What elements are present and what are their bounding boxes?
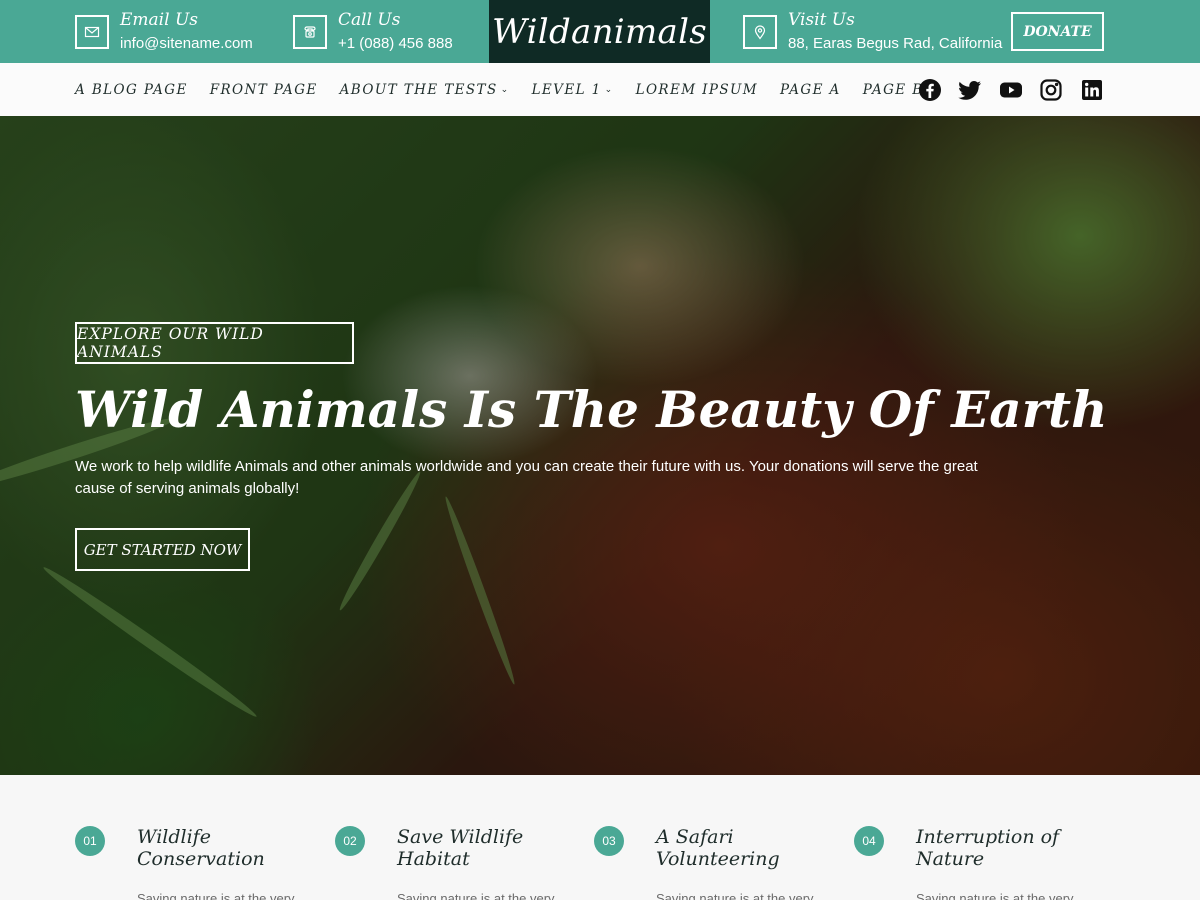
features-section: 01 Wildlife Conservation Saving nature i… [0,775,1200,900]
site-logo-text[interactable]: Wildanimals [492,12,707,52]
feature-title[interactable]: Interruption of Nature [916,826,1101,870]
nav-item-level-1[interactable]: LEVEL 1 ⌄ [532,82,614,98]
feature-title[interactable]: Wildlife Conservation [137,826,322,870]
nav-item-label[interactable]: PAGE B [863,82,924,98]
instagram-icon[interactable] [1039,77,1064,102]
donate-button[interactable]: DONATE [1011,12,1104,51]
nav-item-label[interactable]: ABOUT THE TESTS [340,82,498,98]
call-value[interactable]: +1 (088) 456 888 [338,34,453,54]
call-title: Call Us [338,9,401,30]
chevron-down-icon[interactable]: ⌄ [501,85,510,95]
twitter-icon[interactable] [958,77,983,102]
location-pin-icon [743,14,777,49]
hero-description: We work to help wildlife Animals and oth… [75,458,978,497]
nav-item-about-the-tests[interactable]: ABOUT THE TESTS ⌄ [340,82,510,98]
nav-item-label[interactable]: LOREM IPSUM [636,82,758,98]
feature-number: 03 [594,826,624,856]
feature-title[interactable]: Save Wildlife Habitat [397,826,582,870]
nav-item-label[interactable]: FRONT PAGE [210,82,318,98]
feature-title[interactable]: A Safari Volunteering [656,826,841,870]
hero-banner: EXPLORE OUR WILD ANIMALS Wild Animals Is… [0,116,1200,775]
email-info[interactable]: Email Us info@sitename.com [75,0,253,63]
feature-description: Saving nature is at the very [916,891,1074,900]
nav-item-label[interactable]: LEVEL 1 [532,82,602,98]
nav-item-page-a[interactable]: PAGE A [780,82,841,98]
visit-info[interactable]: Visit Us 88, Earas Begus Rad, California [743,0,1002,63]
explore-button[interactable]: EXPLORE OUR WILD ANIMALS [75,322,354,364]
youtube-icon[interactable] [998,77,1023,102]
nav-item-lorem-ipsum[interactable]: LOREM IPSUM [636,82,758,98]
visit-title: Visit Us [788,9,855,30]
nav-item-page-b[interactable]: PAGE B [863,82,924,98]
email-title: Email Us [120,9,198,30]
envelope-icon [75,14,109,49]
feature-number: 01 [75,826,105,856]
nav-menu: A BLOG PAGE FRONT PAGE ABOUT THE TESTS ⌄ … [75,63,946,116]
social-links [917,77,1120,102]
top-info-bar: Email Us info@sitename.com Call Us +1 (0… [0,0,1200,63]
linkedin-icon[interactable] [1079,77,1104,102]
site-logo[interactable]: Wildanimals [489,0,710,63]
nav-item-blog-page[interactable]: A BLOG PAGE [75,82,188,98]
feature-number: 02 [335,826,365,856]
phone-icon [293,14,327,49]
call-info[interactable]: Call Us +1 (088) 456 888 [293,0,453,63]
hero-title: Wild Animals Is The Beauty Of Earth [75,380,1108,439]
feature-description: Saving nature is at the very [656,891,814,900]
feature-description: Saving nature is at the very [137,891,295,900]
visit-value[interactable]: 88, Earas Begus Rad, California [788,34,1002,54]
nav-item-label[interactable]: A BLOG PAGE [75,82,188,98]
main-navigation: A BLOG PAGE FRONT PAGE ABOUT THE TESTS ⌄ … [0,63,1200,116]
nav-item-front-page[interactable]: FRONT PAGE [210,82,318,98]
nav-item-label[interactable]: PAGE A [780,82,841,98]
get-started-button[interactable]: GET STARTED NOW [75,528,250,571]
feature-description: Saving nature is at the very [397,891,555,900]
chevron-down-icon[interactable]: ⌄ [605,85,614,95]
facebook-icon[interactable] [917,77,942,102]
email-value[interactable]: info@sitename.com [120,34,253,54]
feature-number: 04 [854,826,884,856]
